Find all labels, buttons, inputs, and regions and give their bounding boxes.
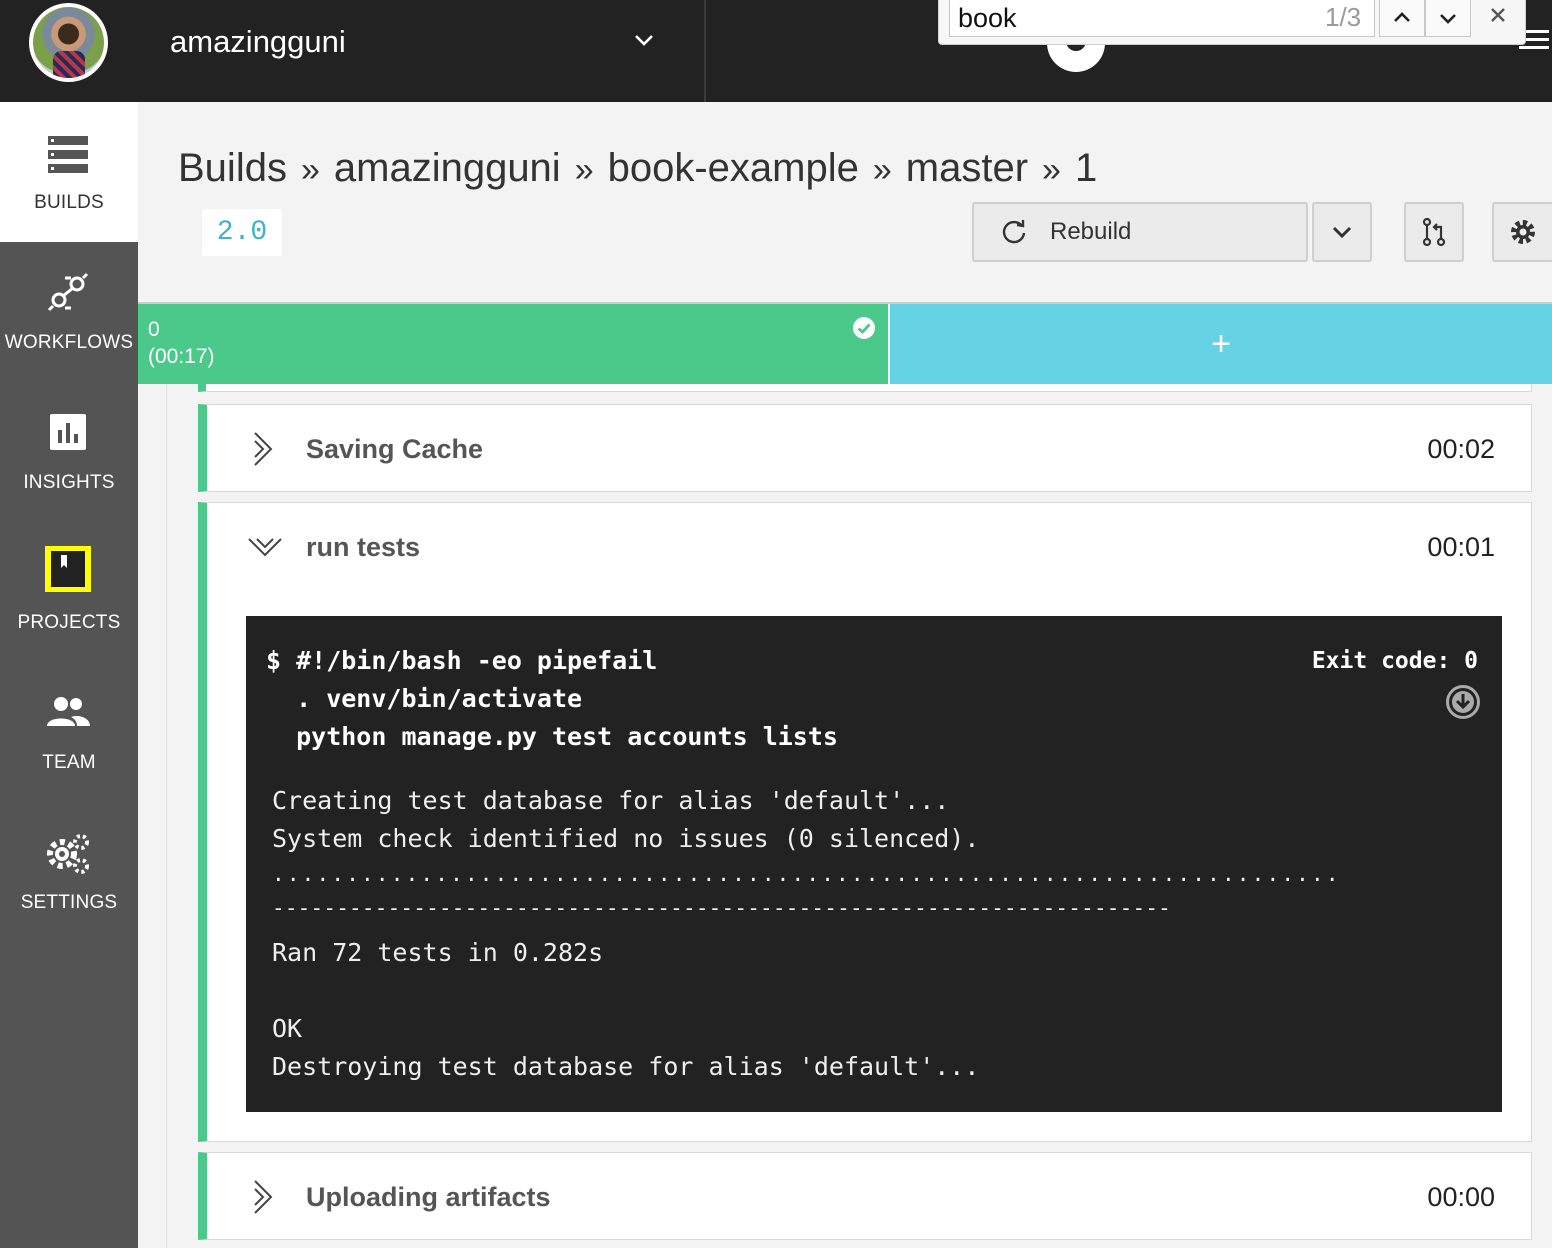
container-duration: (00:17) — [148, 345, 215, 368]
chevron-up-icon — [1394, 12, 1410, 22]
step-duration: 00:01 — [1427, 532, 1495, 562]
org-name: amazingguni — [170, 24, 346, 59]
command-line: . venv/bin/activate — [266, 684, 583, 713]
breadcrumb: Builds » amazingguni » book-example » master » 1 — [178, 146, 1097, 191]
breadcrumb-project[interactable]: book-example — [608, 146, 859, 190]
pull-request-button[interactable] — [1404, 202, 1464, 262]
output-line: Creating test database for alias 'defaul… — [272, 786, 950, 815]
breadcrumb-separator: » — [1042, 151, 1061, 189]
command-line: python manage.py test accounts lists — [266, 722, 838, 751]
avatar — [29, 3, 108, 82]
chevron-right-icon — [254, 432, 273, 466]
gear-icon — [1511, 220, 1535, 244]
find-previous-button[interactable] — [1379, 0, 1425, 37]
output-line: Destroying test database for alias 'defa… — [272, 1052, 980, 1081]
sidebar-item-label: WORKFLOWS — [4, 332, 134, 353]
output-line: ----------------------------------------… — [272, 896, 1172, 920]
find-next-button[interactable] — [1425, 0, 1471, 37]
pull-request-icon — [1422, 217, 1446, 247]
chevron-down-icon — [1440, 14, 1456, 24]
sidebar-item-insights[interactable]: INSIGHTS — [0, 382, 138, 522]
previous-step-edge — [198, 384, 1532, 392]
chevron-right-icon — [254, 1180, 273, 1214]
container-0-tab[interactable]: 0 (00:17) — [138, 304, 888, 384]
breadcrumb-branch[interactable]: master — [906, 146, 1028, 190]
rebuild-label: Rebuild — [1050, 218, 1132, 245]
find-bar: 1/3 — [938, 0, 1526, 45]
step-saving-cache[interactable]: Saving Cache 00:02 — [198, 404, 1532, 492]
team-icon — [47, 697, 90, 726]
sidebar-item-builds[interactable]: BUILDS — [0, 102, 138, 242]
breadcrumb-build-number: 1 — [1074, 146, 1098, 190]
sidebar-item-projects[interactable]: PROJECTS — [0, 522, 138, 662]
insights-icon — [50, 414, 86, 450]
output-line: Ran 72 tests in 0.282s — [272, 938, 604, 967]
projects-icon — [45, 546, 91, 592]
step-title: Saving Cache — [306, 434, 484, 464]
close-icon — [1491, 8, 1505, 22]
timeline-rule — [166, 384, 167, 1248]
step-duration: 00:00 — [1427, 1182, 1495, 1212]
breadcrumb-builds[interactable]: Builds — [178, 146, 287, 190]
settings-icon — [47, 834, 89, 874]
output-line: ........................................… — [272, 862, 1341, 886]
exit-code: Exit code: 0 — [1311, 648, 1478, 674]
download-icon[interactable] — [1445, 684, 1481, 720]
chevron-down-icon[interactable] — [632, 28, 656, 52]
container-index: 0 — [148, 318, 160, 341]
add-container-button[interactable]: + — [890, 304, 1552, 384]
step-title: Uploading artifacts — [306, 1182, 551, 1212]
breadcrumb-org[interactable]: amazingguni — [334, 146, 561, 190]
breadcrumb-separator: » — [872, 151, 892, 189]
version-badge: 2.0 — [202, 209, 282, 256]
step-output-terminal: $ #!/bin/bash -eo pipefail . venv/bin/ac… — [246, 616, 1502, 1112]
project-settings-button[interactable] — [1492, 202, 1552, 262]
step-uploading-artifacts[interactable]: Uploading artifacts 00:00 — [198, 1152, 1532, 1240]
rebuild-options-button[interactable] — [1312, 202, 1372, 262]
sidebar-item-label: INSIGHTS — [23, 472, 115, 493]
workflows-icon — [47, 272, 89, 312]
sidebar-item-settings[interactable]: SETTINGS — [0, 802, 138, 942]
breadcrumb-separator: » — [300, 151, 320, 189]
step-duration: 00:02 — [1427, 434, 1495, 464]
command-line: $ #!/bin/bash -eo pipefail — [266, 646, 658, 675]
sidebar: BUILDS WORKFLOWS INSIGHTS PROJECTS TEAM — [0, 102, 138, 1248]
sidebar-item-label: BUILDS — [34, 192, 104, 213]
sidebar-item-label: SETTINGS — [20, 892, 118, 913]
check-circle-icon — [853, 317, 875, 339]
output-line: System check identified no issues (0 sil… — [272, 824, 980, 853]
org-switcher[interactable]: amazingguni — [0, 0, 706, 102]
breadcrumb-separator: » — [574, 151, 594, 189]
step-title[interactable]: run tests — [306, 532, 420, 563]
rebuild-button[interactable]: Rebuild — [972, 202, 1308, 262]
refresh-icon — [1002, 220, 1026, 244]
chevron-down-icon[interactable] — [247, 531, 283, 563]
builds-icon — [48, 136, 88, 173]
output-line: OK — [272, 1014, 303, 1043]
find-close-button[interactable] — [1485, 0, 1511, 30]
sidebar-item-workflows[interactable]: WORKFLOWS — [0, 242, 138, 382]
sidebar-item-label: PROJECTS — [17, 612, 121, 633]
find-input[interactable] — [949, 0, 1375, 37]
sidebar-item-label: TEAM — [42, 752, 96, 773]
chevron-down-icon — [1332, 226, 1352, 239]
find-match-count: 1/3 — [1325, 2, 1362, 32]
sidebar-item-team[interactable]: TEAM — [0, 662, 138, 802]
